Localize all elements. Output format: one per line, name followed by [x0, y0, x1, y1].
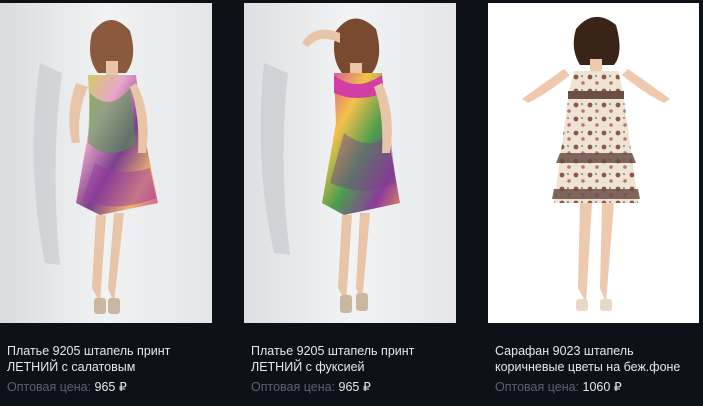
dress-photo-green-print-icon: [0, 3, 212, 323]
product-name-2[interactable]: Платье 9205 штапель принт ЛЕТНИЙ с фукси…: [251, 343, 451, 375]
sundress-photo-brown-flowers-icon: [488, 3, 699, 323]
product-name-1[interactable]: Платье 9205 штапель принт ЛЕТНИЙ с салат…: [7, 343, 207, 375]
product-price-row-1: Оптовая цена: 965 ₽: [7, 379, 207, 395]
price-value: 1060 ₽: [582, 380, 622, 394]
price-value: 965 ₽: [338, 380, 371, 394]
product-price-row-3: Оптовая цена: 1060 ₽: [495, 379, 695, 395]
price-value: 965 ₽: [94, 380, 127, 394]
product-photo-1[interactable]: [0, 3, 212, 323]
product-name-3[interactable]: Сарафан 9023 штапель коричневые цветы на…: [495, 343, 695, 375]
price-label: Оптовая цена:: [7, 380, 92, 394]
price-label: Оптовая цена:: [495, 380, 580, 394]
dress-photo-fuchsia-print-icon: [244, 3, 456, 323]
product-photo-2[interactable]: [244, 3, 456, 323]
product-price-row-2: Оптовая цена: 965 ₽: [251, 379, 451, 395]
product-photo-3[interactable]: [488, 3, 699, 323]
price-label: Оптовая цена:: [251, 380, 336, 394]
